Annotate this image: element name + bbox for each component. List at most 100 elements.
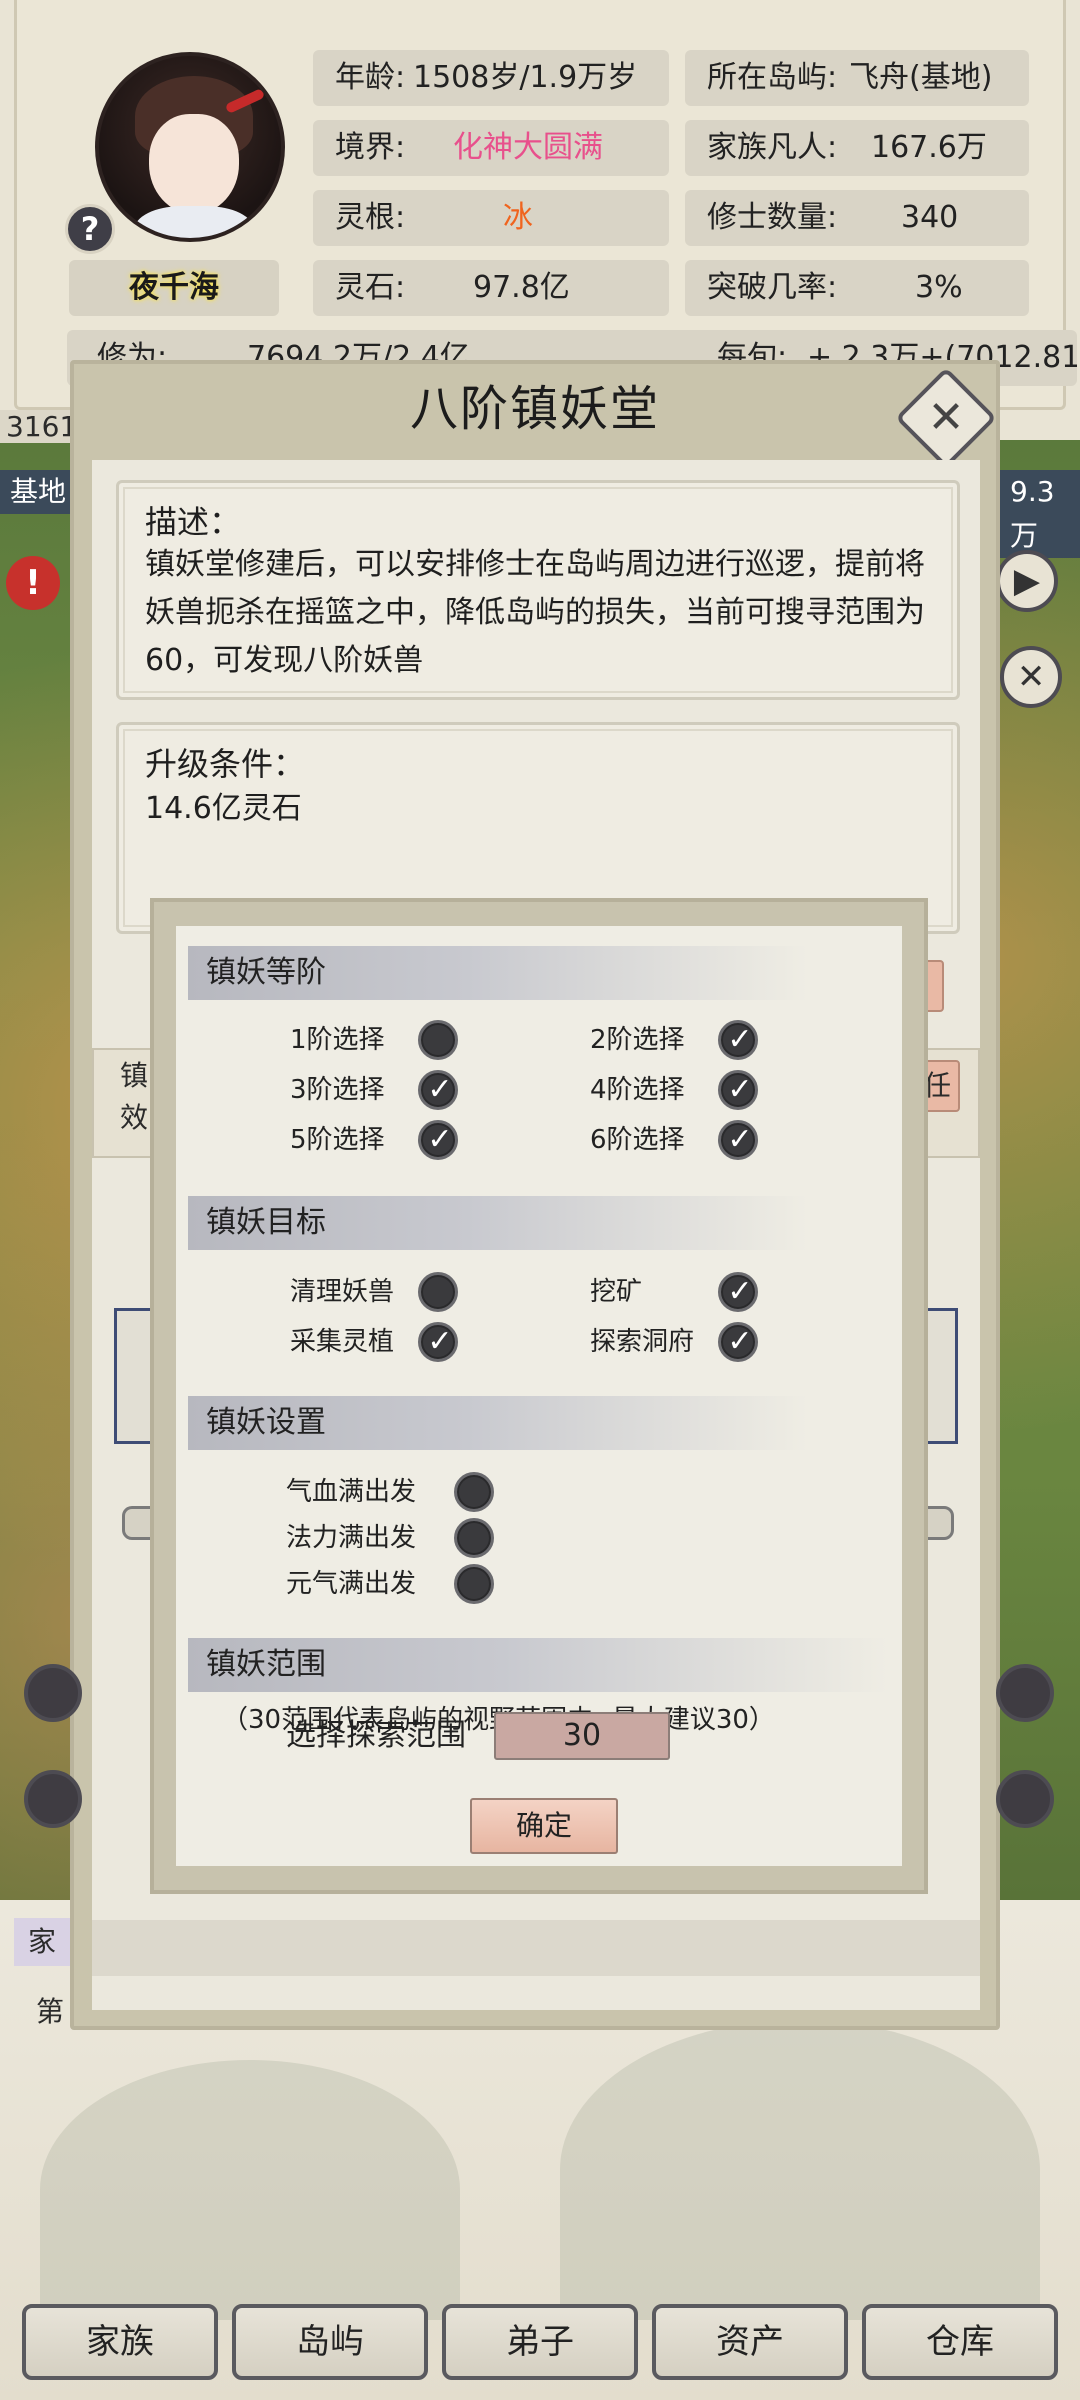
patrol-info-fragment-2: 效 bbox=[120, 1101, 149, 1134]
disciple-shortcut-icon[interactable] bbox=[24, 1664, 82, 1722]
play-icon[interactable]: ▶ bbox=[996, 550, 1058, 612]
stat-mortals: 家族凡人: 167.6万 bbox=[685, 120, 1029, 176]
target-section-header: 镇妖目标 bbox=[188, 1196, 808, 1250]
checkmark-icon: ✓ bbox=[727, 1122, 753, 1157]
stat-mortals-label: 家族凡人: bbox=[707, 130, 838, 165]
patrol-settings-content: 镇妖等阶 1阶选择 2阶选择 ✓ 3阶选择 ✓ 4阶选择 ✓ 5阶选择 ✓ 6阶… bbox=[176, 926, 902, 1866]
nav-disciples-button[interactable]: 弟子 bbox=[442, 2304, 638, 2380]
stat-spirit-stones: 灵石: 97.8亿 bbox=[313, 260, 669, 316]
stat-root-label: 灵根: bbox=[335, 200, 406, 235]
hud-base-label: 基地 bbox=[0, 470, 77, 514]
tier-option-label: 1阶选择 bbox=[290, 1025, 385, 1055]
tier-option-label: 2阶选择 bbox=[590, 1025, 685, 1055]
target-option-label: 探索洞府 bbox=[590, 1327, 695, 1357]
stat-realm-value: 化神大圆满 bbox=[453, 130, 603, 165]
upgrade-cost: 14.6亿灵石 bbox=[145, 791, 302, 826]
dialog-footer-strip bbox=[92, 1920, 980, 1976]
checkmark-icon: ✓ bbox=[427, 1122, 453, 1157]
target-mining-radio[interactable]: ✓ bbox=[718, 1272, 758, 1312]
stat-age-label: 年龄: bbox=[335, 60, 406, 95]
range-input[interactable]: 30 bbox=[494, 1712, 670, 1760]
log-tab[interactable]: 家 bbox=[14, 1918, 70, 1966]
description-heading: 描述： bbox=[145, 503, 242, 541]
description-card: 描述： 镇妖堂修建后，可以安排修士在岛屿周边进行巡逻，提前将妖兽扼杀在摇篮之中，… bbox=[116, 480, 960, 700]
checkmark-icon: ✓ bbox=[427, 1324, 453, 1359]
character-avatar[interactable] bbox=[95, 52, 285, 242]
target-option-label: 采集灵植 bbox=[290, 1327, 395, 1357]
stat-root: 灵根: 冰 bbox=[313, 190, 669, 246]
character-stats-panel: ? 夜千海 年龄: 1508岁/1.9万岁 境界: 化神大圆满 灵根: 冰 灵石… bbox=[14, 0, 1077, 410]
tier-5-radio[interactable]: ✓ bbox=[418, 1120, 458, 1160]
describe-shortcut-icon[interactable] bbox=[996, 1664, 1054, 1722]
stat-spirit-stones-value: 97.8亿 bbox=[473, 270, 570, 305]
stat-island: 所在岛屿: 飞舟(基地) bbox=[685, 50, 1029, 106]
hp-full-depart-radio[interactable] bbox=[454, 1472, 494, 1512]
bottom-navigation: 家族 岛屿 弟子 资产 仓库 bbox=[0, 2296, 1080, 2400]
nav-family-button[interactable]: 家族 bbox=[22, 2304, 218, 2380]
stat-cultivators-value: 340 bbox=[901, 200, 959, 235]
stat-age-value: 1508岁/1.9万岁 bbox=[413, 60, 638, 95]
dialog-title: 八阶镇妖堂 bbox=[409, 381, 660, 437]
patrol-settings-popup: 镇妖等阶 1阶选择 2阶选择 ✓ 3阶选择 ✓ 4阶选择 ✓ 5阶选择 ✓ 6阶… bbox=[150, 898, 928, 1894]
settings-option-label: 元气满出发 bbox=[286, 1569, 417, 1599]
range-section-header: 镇妖范围（30范围代表岛屿的视野范围内--最大建议30） bbox=[188, 1638, 888, 1735]
checkmark-icon: ✓ bbox=[727, 1274, 753, 1309]
target-gather-herbs-radio[interactable]: ✓ bbox=[418, 1322, 458, 1362]
stat-island-label: 所在岛屿: bbox=[707, 60, 838, 95]
tier-option-label: 6阶选择 bbox=[590, 1125, 685, 1155]
avatar-face bbox=[149, 114, 239, 214]
stat-realm: 境界: 化神大圆满 bbox=[313, 120, 669, 176]
upgrade-heading: 升级条件： bbox=[145, 745, 306, 783]
tier-2-radio[interactable]: ✓ bbox=[718, 1020, 758, 1060]
mp-full-depart-radio[interactable] bbox=[454, 1518, 494, 1558]
checkmark-icon: ✓ bbox=[727, 1072, 753, 1107]
stat-spirit-stones-label: 灵石: bbox=[335, 270, 406, 305]
craft-shortcut-icon[interactable] bbox=[24, 1770, 82, 1828]
stat-breakthrough: 突破几率: 3% bbox=[685, 260, 1029, 316]
log-line-fragment: 第 bbox=[36, 1995, 65, 2028]
hud-value-label: 9.3万 bbox=[1000, 470, 1080, 558]
checkmark-icon: ✓ bbox=[727, 1324, 753, 1359]
mountain-silhouette bbox=[560, 2020, 1040, 2320]
stat-mortals-value: 167.6万 bbox=[871, 130, 987, 165]
close-icon: ✕ bbox=[927, 392, 965, 443]
tier-6-radio[interactable]: ✓ bbox=[718, 1120, 758, 1160]
character-name: 夜千海 bbox=[69, 260, 279, 316]
range-section-title: 镇妖范围 bbox=[206, 1647, 326, 1682]
tier-section-header: 镇妖等阶 bbox=[188, 946, 808, 1000]
stat-island-value: 飞舟(基地) bbox=[849, 60, 993, 95]
tier-option-label: 5阶选择 bbox=[290, 1125, 385, 1155]
alert-icon[interactable]: ! bbox=[6, 556, 60, 610]
stat-realm-label: 境界: bbox=[335, 130, 406, 165]
stat-cultivators-label: 修士数量: bbox=[707, 200, 838, 235]
tier-option-label: 4阶选择 bbox=[590, 1075, 685, 1105]
tier-4-radio[interactable]: ✓ bbox=[718, 1070, 758, 1110]
stat-breakthrough-value: 3% bbox=[915, 270, 963, 305]
nav-warehouse-button[interactable]: 仓库 bbox=[862, 2304, 1058, 2380]
tier-1-radio[interactable] bbox=[418, 1020, 458, 1060]
nav-island-button[interactable]: 岛屿 bbox=[232, 2304, 428, 2380]
settings-section-header: 镇妖设置 bbox=[188, 1396, 808, 1450]
description-text: 镇妖堂修建后，可以安排修士在岛屿周边进行巡逻，提前将妖兽扼杀在摇篮之中，降低岛屿… bbox=[145, 547, 925, 678]
tier-3-radio[interactable]: ✓ bbox=[418, 1070, 458, 1110]
patrol-info-fragment-1: 镇 bbox=[120, 1059, 149, 1092]
nav-assets-button[interactable]: 资产 bbox=[652, 2304, 848, 2380]
help-icon[interactable]: ? bbox=[65, 204, 115, 254]
stat-cultivators: 修士数量: 340 bbox=[685, 190, 1029, 246]
settings-gear-icon[interactable] bbox=[996, 1770, 1054, 1828]
stat-root-value: 冰 bbox=[503, 200, 533, 235]
range-label: 选择探索范围 bbox=[286, 1718, 466, 1753]
settings-option-label: 气血满出发 bbox=[286, 1477, 417, 1507]
stat-age: 年龄: 1508岁/1.9万岁 bbox=[313, 50, 669, 106]
target-option-label: 挖矿 bbox=[590, 1277, 643, 1307]
checkmark-icon: ✓ bbox=[427, 1072, 453, 1107]
avatar-robe bbox=[134, 206, 254, 238]
settings-option-label: 法力满出发 bbox=[286, 1523, 417, 1553]
target-clear-beasts-radio[interactable] bbox=[418, 1272, 458, 1312]
vitality-full-depart-radio[interactable] bbox=[454, 1564, 494, 1604]
target-explore-caves-radio[interactable]: ✓ bbox=[718, 1322, 758, 1362]
tier-option-label: 3阶选择 bbox=[290, 1075, 385, 1105]
target-option-label: 清理妖兽 bbox=[290, 1277, 395, 1307]
confirm-button[interactable]: 确定 bbox=[470, 1798, 618, 1854]
stat-breakthrough-label: 突破几率: bbox=[707, 270, 838, 305]
